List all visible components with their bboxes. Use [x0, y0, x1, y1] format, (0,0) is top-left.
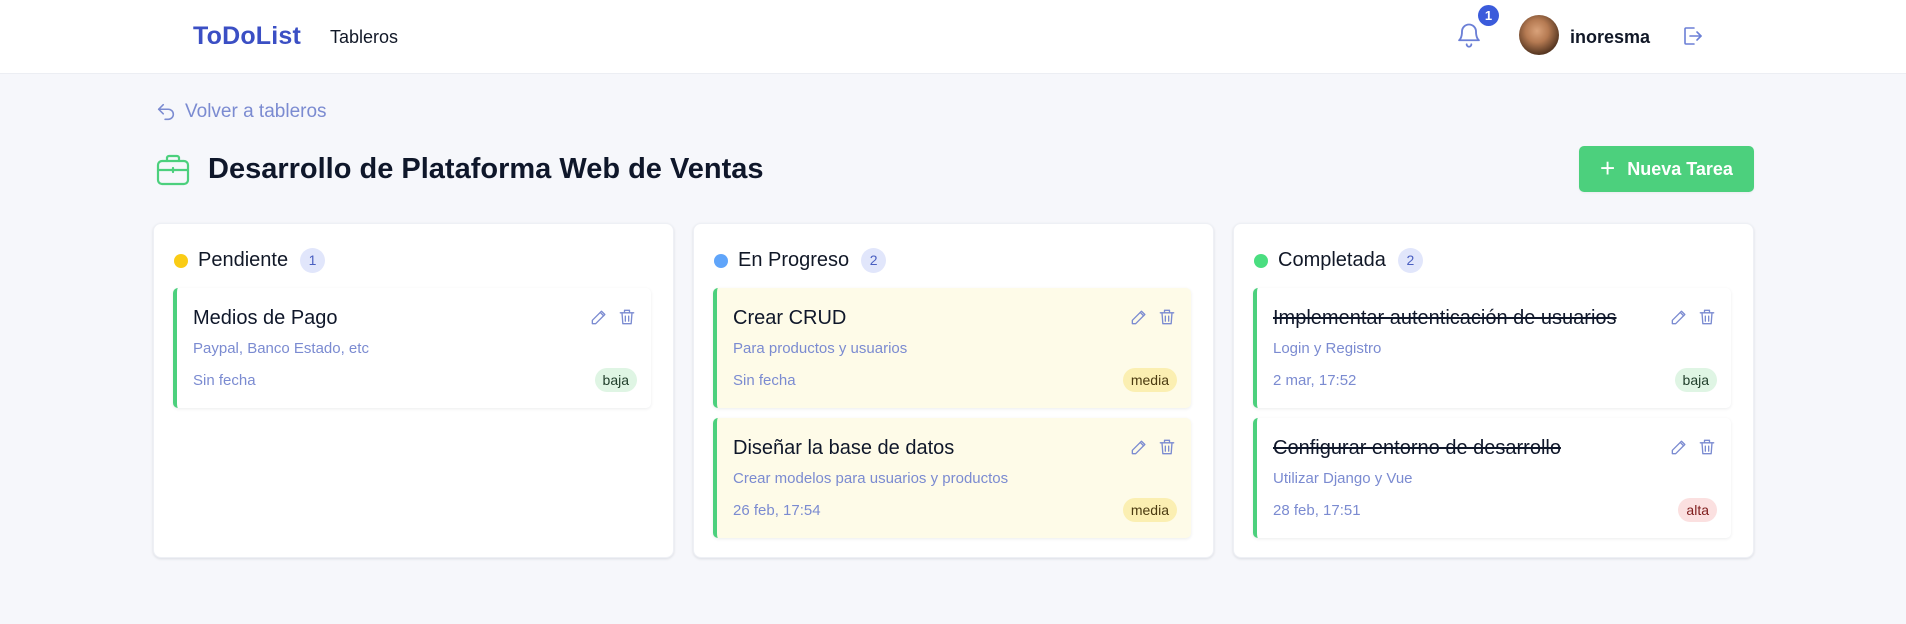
username[interactable]: inoresma: [1570, 27, 1650, 48]
task-date: 2 mar, 17:52: [1273, 372, 1357, 389]
task-actions: [1669, 307, 1717, 327]
task-description: Crear modelos para usuarios y productos: [733, 470, 1009, 487]
priority-badge: alta: [1678, 498, 1717, 522]
status-dot: [1254, 253, 1268, 268]
task-date: 26 feb, 17:54: [733, 502, 821, 519]
task-description: Para productos y usuarios: [733, 340, 908, 357]
column-en-progreso: En Progreso 2 Crear CRUD Para productos …: [693, 223, 1214, 558]
column-header: Pendiente 1: [174, 248, 326, 273]
column-count-badge: 2: [1397, 248, 1423, 273]
status-dot: [714, 253, 728, 268]
pencil-icon[interactable]: [1129, 307, 1149, 327]
column-title: Completada: [1278, 249, 1386, 271]
task-title: Implementar autenticación de usuarios: [1273, 307, 1617, 329]
task-actions: [1129, 437, 1177, 457]
column-header: En Progreso 2: [714, 248, 887, 273]
top-navbar: ToDoList Tableros 1 inoresma: [0, 0, 1906, 74]
task-title: Diseñar la base de datos: [733, 437, 955, 459]
task-card[interactable]: Implementar autenticación de usuarios Lo…: [1253, 288, 1731, 408]
priority-badge: media: [1122, 498, 1177, 522]
priority-badge: media: [1122, 368, 1177, 392]
task-card[interactable]: Crear CRUD Para productos y usuarios Sin…: [713, 288, 1191, 408]
task-title: Configurar entorno de desarrollo: [1273, 437, 1561, 459]
notification-badge: 1: [1478, 5, 1499, 26]
task-description: Utilizar Django y Vue: [1273, 470, 1413, 487]
brand-logo[interactable]: ToDoList: [193, 22, 301, 51]
priority-badge: baja: [594, 368, 637, 392]
back-to-boards-link[interactable]: Volver a tableros: [155, 101, 327, 123]
task-actions: [1129, 307, 1177, 327]
back-link-label: Volver a tableros: [185, 101, 327, 122]
task-description: Paypal, Banco Estado, etc: [193, 340, 369, 357]
trash-icon[interactable]: [617, 307, 637, 327]
column-count-badge: 1: [300, 248, 326, 273]
task-actions: [589, 307, 637, 327]
task-title: Crear CRUD: [733, 307, 847, 329]
priority-badge: baja: [1674, 368, 1717, 392]
plus-icon: +: [1600, 152, 1616, 183]
task-date: Sin fecha: [193, 372, 256, 389]
pencil-icon[interactable]: [1129, 437, 1149, 457]
trash-icon[interactable]: [1157, 437, 1177, 457]
back-arrow-icon: [157, 103, 175, 121]
briefcase-icon: [156, 154, 190, 186]
logout-icon[interactable]: [1680, 24, 1704, 48]
trash-icon[interactable]: [1697, 307, 1717, 327]
task-card[interactable]: Medios de Pago Paypal, Banco Estado, etc…: [173, 288, 651, 408]
bell-icon[interactable]: [1455, 20, 1483, 50]
trash-icon[interactable]: [1157, 307, 1177, 327]
column-title: Pendiente: [198, 249, 289, 271]
new-task-label: Nueva Tarea: [1627, 158, 1733, 179]
column-pendiente: Pendiente 1 Medios de Pago Paypal, Banco…: [153, 223, 674, 558]
trash-icon[interactable]: [1697, 437, 1717, 457]
task-title: Medios de Pago: [193, 307, 338, 329]
new-task-button[interactable]: + Nueva Tarea: [1579, 146, 1754, 192]
task-actions: [1669, 437, 1717, 457]
status-dot: [174, 253, 188, 268]
pencil-icon[interactable]: [589, 307, 609, 327]
task-card[interactable]: Configurar entorno de desarrollo Utiliza…: [1253, 418, 1731, 538]
column-title: En Progreso: [738, 249, 850, 271]
column-header: Completada 2: [1254, 248, 1423, 273]
task-card[interactable]: Diseñar la base de datos Crear modelos p…: [713, 418, 1191, 538]
pencil-icon[interactable]: [1669, 307, 1689, 327]
column-completada: Completada 2 Implementar autenticación d…: [1233, 223, 1754, 558]
nav-link-tableros[interactable]: Tableros: [330, 27, 398, 48]
avatar[interactable]: [1519, 15, 1559, 55]
page-title: Desarrollo de Plataforma Web de Ventas: [208, 153, 764, 185]
task-date: Sin fecha: [733, 372, 796, 389]
task-date: 28 feb, 17:51: [1273, 502, 1361, 519]
pencil-icon[interactable]: [1669, 437, 1689, 457]
task-description: Login y Registro: [1273, 340, 1382, 357]
column-count-badge: 2: [861, 248, 887, 273]
